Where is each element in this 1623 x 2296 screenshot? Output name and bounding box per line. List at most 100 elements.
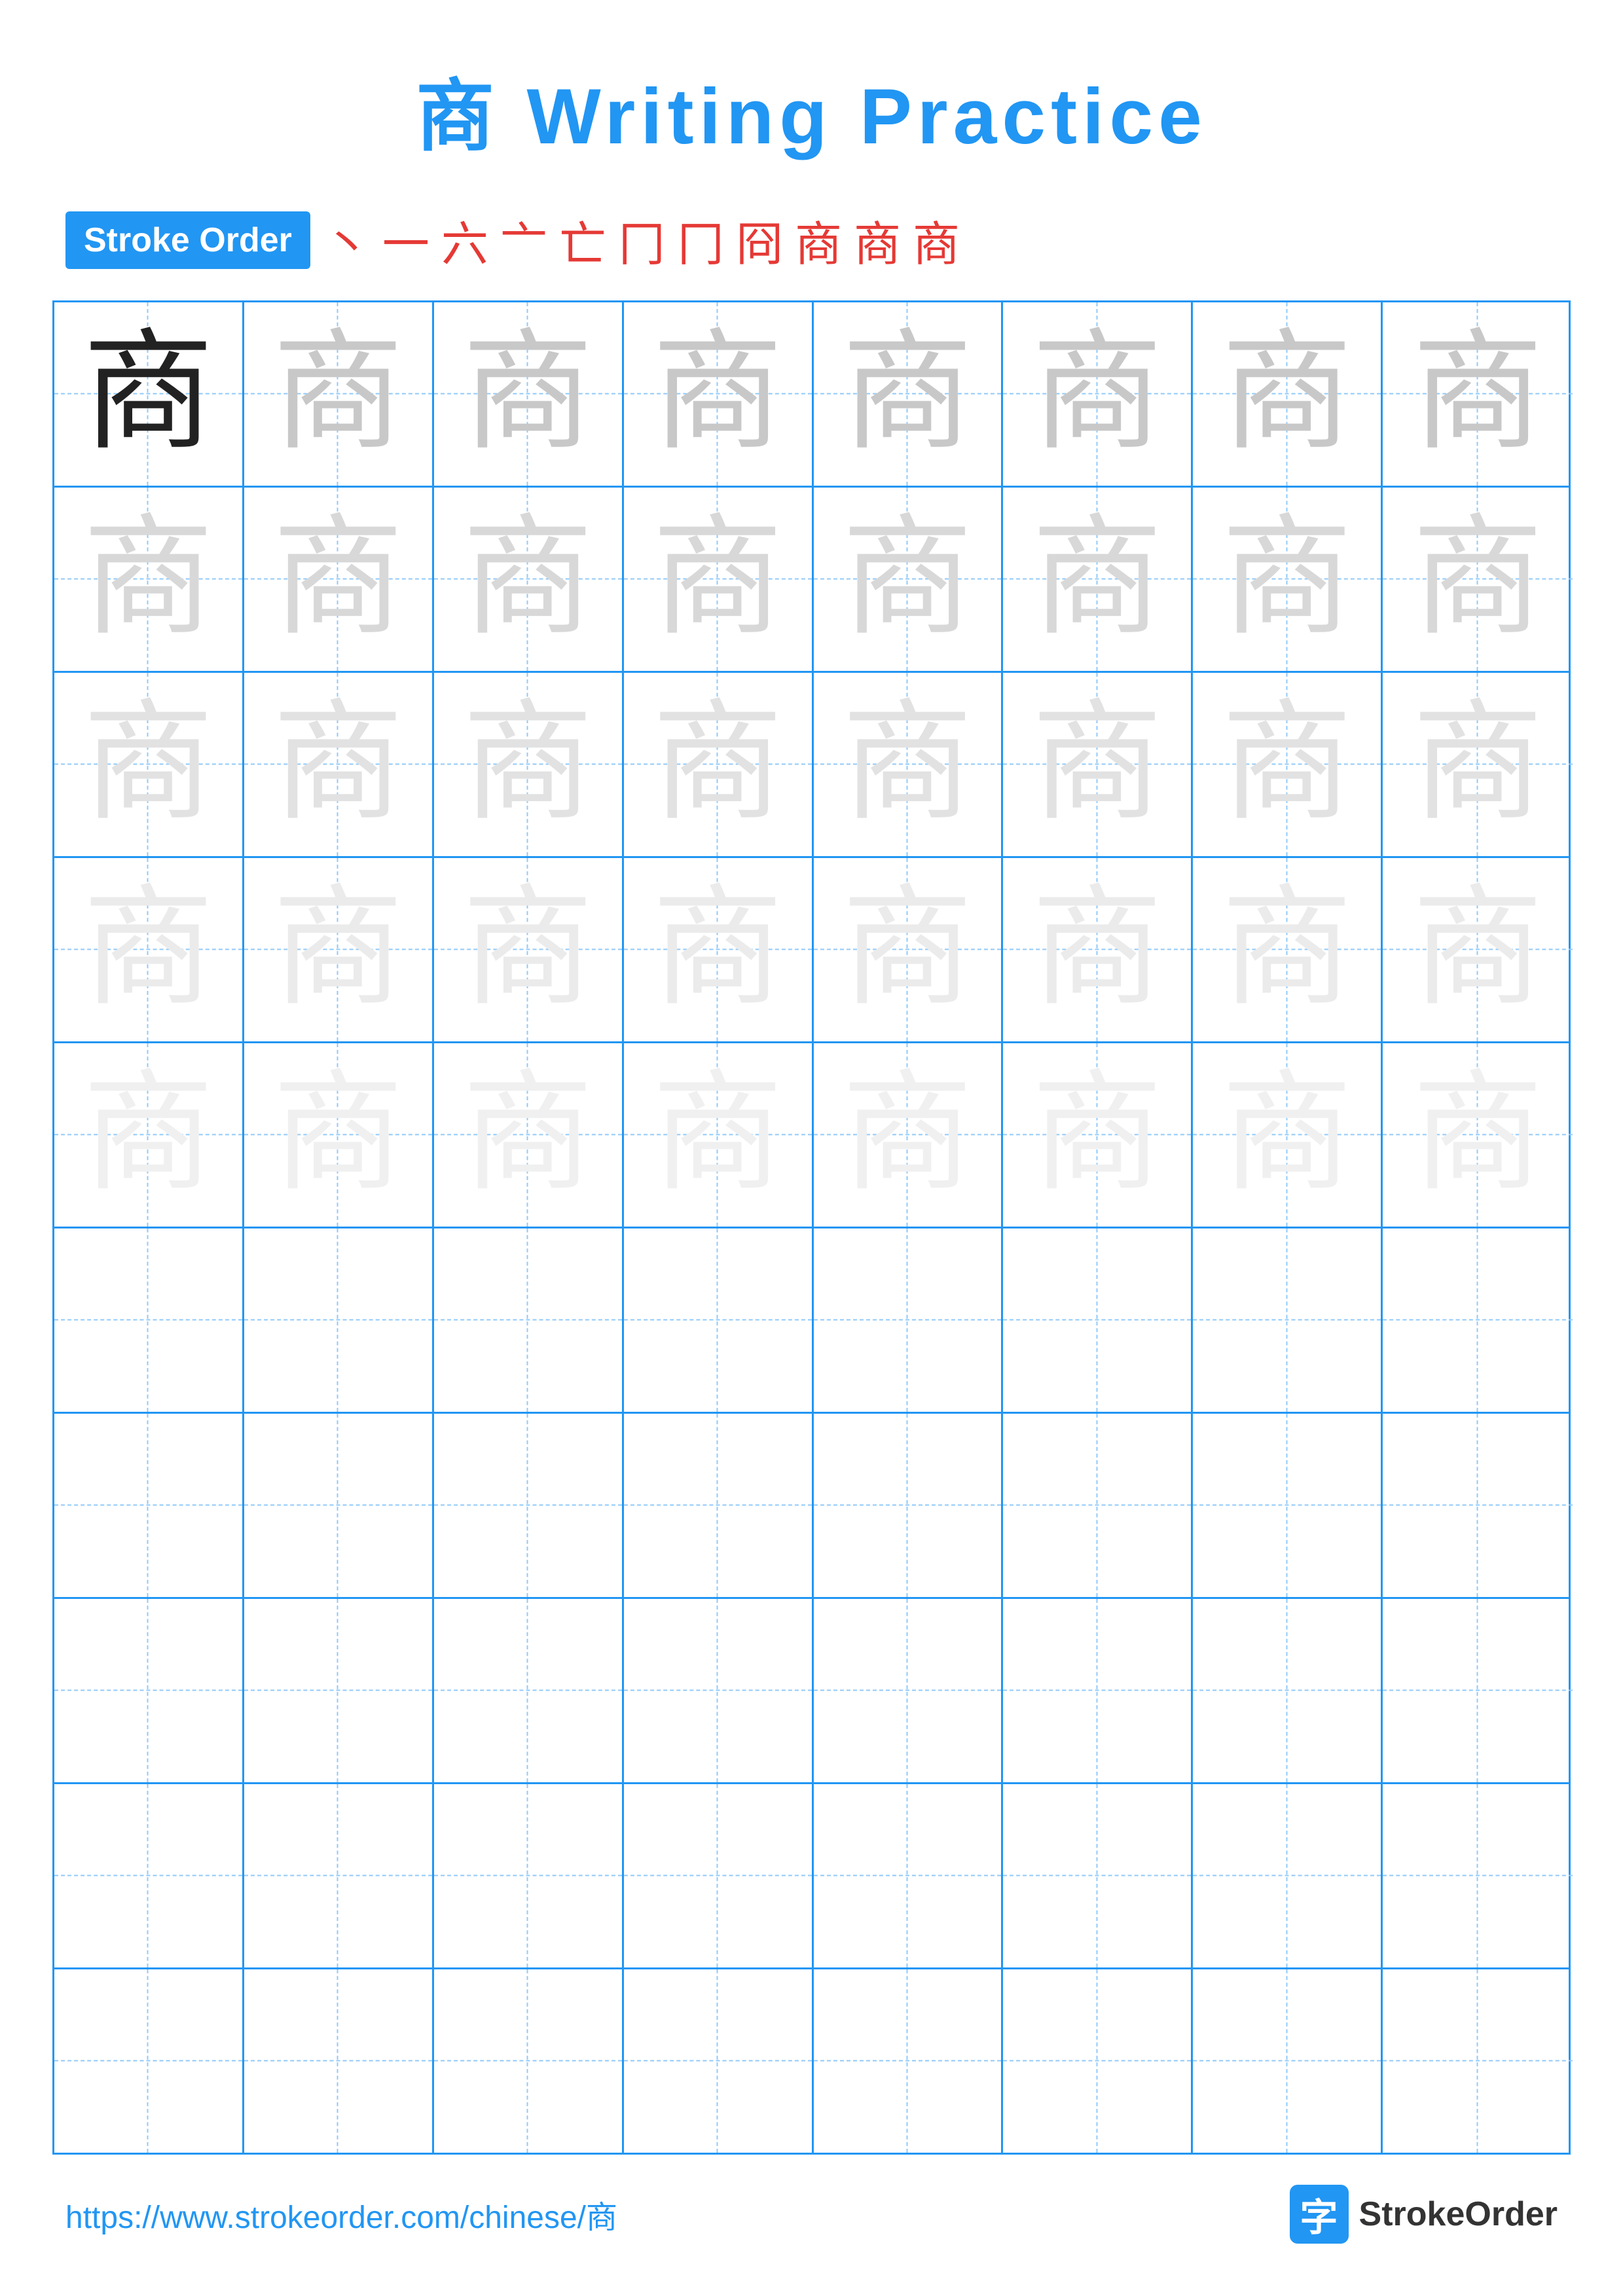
grid-cell[interactable]: 商: [54, 673, 244, 856]
char-ghost: 商: [272, 884, 403, 1015]
grid-cell[interactable]: 商: [624, 488, 814, 671]
grid-cell[interactable]: 商: [814, 488, 1004, 671]
grid-cell[interactable]: 商: [434, 858, 624, 1041]
grid-cell[interactable]: 商: [244, 302, 434, 486]
grid-cell[interactable]: 商: [244, 858, 434, 1041]
grid-cell[interactable]: 商: [1193, 302, 1383, 486]
grid-cell[interactable]: 商: [1003, 673, 1193, 856]
grid-cell[interactable]: [54, 1784, 244, 1967]
grid-cell[interactable]: [244, 1969, 434, 2153]
grid-cell[interactable]: 商: [244, 1043, 434, 1227]
grid-cell[interactable]: 商: [1383, 1043, 1573, 1227]
grid-cell[interactable]: 商: [244, 673, 434, 856]
grid-cell[interactable]: [1193, 1969, 1383, 2153]
grid-cell[interactable]: [1383, 1599, 1573, 1782]
grid-cell[interactable]: 商: [1383, 302, 1573, 486]
grid-cell[interactable]: 商: [1193, 488, 1383, 671]
grid-cell[interactable]: 商: [1383, 673, 1573, 856]
grid-cell[interactable]: 商: [434, 673, 624, 856]
char-ghost: 商: [462, 884, 593, 1015]
grid-cell[interactable]: [814, 1599, 1004, 1782]
grid-cell[interactable]: [1383, 1414, 1573, 1597]
grid-cell[interactable]: [1193, 1229, 1383, 1412]
grid-cell[interactable]: [1383, 1969, 1573, 2153]
grid-cell[interactable]: 商: [624, 1043, 814, 1227]
stroke-6: 冂: [618, 206, 665, 274]
grid-cell[interactable]: 商: [1193, 673, 1383, 856]
char-ghost: 商: [272, 514, 403, 645]
grid-cell[interactable]: [1003, 1969, 1193, 2153]
char-ghost: 商: [1412, 514, 1543, 645]
grid-cell[interactable]: [624, 1784, 814, 1967]
grid-cell[interactable]: [624, 1969, 814, 2153]
grid-cell[interactable]: 商: [814, 1043, 1004, 1227]
grid-cell[interactable]: 商: [814, 302, 1004, 486]
grid-cell[interactable]: [814, 1969, 1004, 2153]
grid-cell[interactable]: 商: [814, 858, 1004, 1041]
grid-cell[interactable]: [434, 1414, 624, 1597]
grid-cell[interactable]: [1193, 1414, 1383, 1597]
grid-cell[interactable]: [244, 1599, 434, 1782]
footer-brand-text: StrokeOrder: [1359, 2195, 1558, 2234]
grid-cell[interactable]: 商: [1383, 488, 1573, 671]
grid-cell[interactable]: 商: [1193, 858, 1383, 1041]
grid-cell[interactable]: [434, 1969, 624, 2153]
grid-cell[interactable]: [1003, 1229, 1193, 1412]
char-ghost: 商: [1412, 884, 1543, 1015]
grid-cell[interactable]: [1383, 1229, 1573, 1412]
grid-cell[interactable]: [1383, 1784, 1573, 1967]
grid-cell[interactable]: [1193, 1784, 1383, 1967]
grid-cell[interactable]: [1003, 1599, 1193, 1782]
grid-cell[interactable]: 商: [624, 302, 814, 486]
grid-cell[interactable]: 商: [1383, 858, 1573, 1041]
char-solid: 商: [82, 329, 213, 459]
grid-cell[interactable]: [244, 1229, 434, 1412]
grid-cell[interactable]: 商: [1003, 1043, 1193, 1227]
char-ghost: 商: [272, 1069, 403, 1200]
grid-cell[interactable]: [624, 1414, 814, 1597]
grid-cell[interactable]: [814, 1414, 1004, 1597]
grid-cell[interactable]: 商: [1003, 302, 1193, 486]
grid-cell[interactable]: 商: [1193, 1043, 1383, 1227]
grid-cell[interactable]: 商: [54, 858, 244, 1041]
grid-cell[interactable]: [54, 1599, 244, 1782]
grid-cell[interactable]: 商: [1003, 488, 1193, 671]
grid-cell[interactable]: [814, 1784, 1004, 1967]
grid-cell[interactable]: [1003, 1784, 1193, 1967]
grid-cell[interactable]: 商: [434, 302, 624, 486]
char-ghost: 商: [82, 1069, 213, 1200]
char-ghost: 商: [652, 884, 783, 1015]
grid-cell[interactable]: [1193, 1599, 1383, 1782]
grid-cell[interactable]: [54, 1969, 244, 2153]
page-title: 商 Writing Practice: [0, 0, 1623, 206]
stroke-order-badge: Stroke Order: [65, 211, 310, 269]
grid-cell[interactable]: 商: [624, 673, 814, 856]
char-ghost: 商: [1032, 329, 1163, 459]
grid-cell[interactable]: [624, 1599, 814, 1782]
grid-cell[interactable]: [434, 1599, 624, 1782]
char-ghost: 商: [652, 514, 783, 645]
grid-cell[interactable]: [434, 1229, 624, 1412]
grid-cell[interactable]: 商: [814, 673, 1004, 856]
footer-url[interactable]: https://www.strokeorder.com/chinese/商: [65, 2191, 617, 2237]
grid-cell[interactable]: [244, 1784, 434, 1967]
grid-cell[interactable]: 商: [434, 1043, 624, 1227]
grid-cell[interactable]: [54, 1414, 244, 1597]
grid-cell[interactable]: 商: [624, 858, 814, 1041]
grid-cell[interactable]: [1003, 1414, 1193, 1597]
grid-cell[interactable]: 商: [54, 1043, 244, 1227]
stroke-sequence: 丶 一 六 亠 亡 冂 冂 冏 商 商 商: [323, 206, 960, 274]
grid-cell[interactable]: [434, 1784, 624, 1967]
stroke-9: 商: [795, 206, 842, 274]
char-ghost: 商: [462, 514, 593, 645]
grid-cell[interactable]: 商: [434, 488, 624, 671]
grid-cell[interactable]: 商: [1003, 858, 1193, 1041]
grid-cell[interactable]: 商: [54, 488, 244, 671]
grid-cell[interactable]: [54, 1229, 244, 1412]
grid-cell[interactable]: [244, 1414, 434, 1597]
grid-cell[interactable]: 商: [54, 302, 244, 486]
grid-cell[interactable]: [814, 1229, 1004, 1412]
char-ghost: 商: [1222, 329, 1353, 459]
grid-cell[interactable]: 商: [244, 488, 434, 671]
grid-cell[interactable]: [624, 1229, 814, 1412]
